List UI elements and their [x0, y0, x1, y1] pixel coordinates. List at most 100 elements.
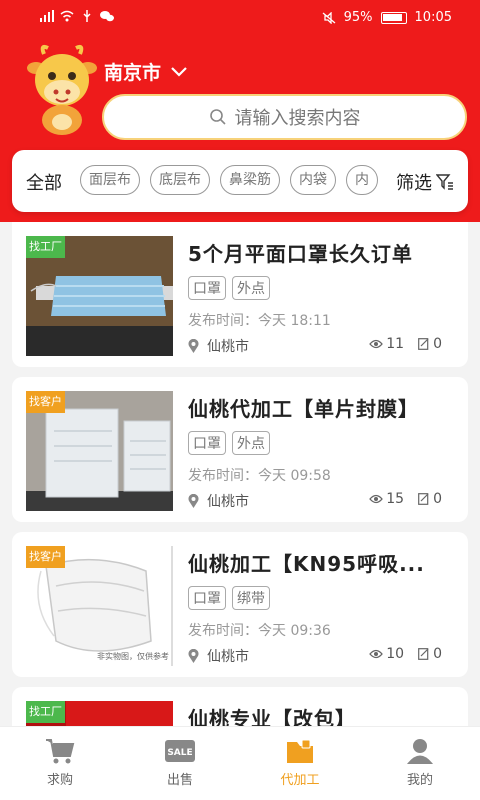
listing-badge: 找工厂 — [26, 236, 65, 258]
listing-thumbnail: 找客户 — [26, 391, 173, 511]
listing-thumbnail: 找工厂 — [26, 236, 173, 356]
listing-title: 仙桃专业【改包】 — [188, 707, 356, 726]
apply-count-value: 0 — [433, 336, 442, 352]
tag: 外点 — [232, 431, 270, 455]
listing-card[interactable]: 找工厂 5个月平面口罩长久订单 口罩 外点 发布时间：今天 18:11 仙桃市 … — [12, 222, 468, 367]
sale-icon: SALE — [165, 740, 195, 762]
apply-count: 0 — [418, 491, 442, 507]
search-icon — [209, 109, 226, 125]
status-bar: 95% 10:05 — [0, 0, 480, 36]
image-caption: 非实物图，仅供参考 — [97, 652, 169, 661]
listing-card[interactable]: 找工厂 仙桃专业【改包】 — [12, 687, 468, 726]
listing-tags: 口罩 外点 — [188, 276, 270, 300]
clock: 10:05 — [414, 10, 452, 25]
listing-badge: 找客户 — [26, 391, 65, 413]
search-placeholder: 请输入搜索内容 — [234, 108, 361, 129]
tag: 绑带 — [232, 586, 270, 610]
time-label: 发布时间： — [188, 623, 258, 639]
tag: 口罩 — [188, 586, 226, 610]
apply-count: 0 — [418, 646, 442, 662]
edit-note-icon — [418, 493, 429, 505]
location-name: 仙桃市 — [207, 649, 249, 665]
tag: 口罩 — [188, 276, 226, 300]
location-name: 仙桃市 — [207, 494, 249, 510]
location-pin-icon — [188, 649, 199, 663]
publish-time: 发布时间：今天 09:58 — [188, 465, 331, 485]
time-value: 今天 09:36 — [258, 623, 331, 639]
location-pin-icon — [188, 494, 199, 508]
listing-title: 仙桃代加工【单片封膜】 — [188, 397, 419, 421]
time-value: 今天 09:58 — [258, 468, 331, 484]
tab-processing[interactable]: 代加工 — [240, 727, 360, 800]
chip-base-fabric[interactable]: 底层布 — [150, 165, 210, 195]
listing-feed[interactable]: 找工厂 5个月平面口罩长久订单 口罩 外点 发布时间：今天 18:11 仙桃市 … — [12, 222, 468, 726]
filter-bar: 全部 面层布 底层布 鼻梁筋 内袋内 筛选 — [12, 150, 468, 212]
time-label: 发布时间： — [188, 313, 258, 329]
tab-sell[interactable]: SALE 出售 — [120, 727, 240, 800]
tab-label: 出售 — [166, 773, 193, 788]
chip-inner-bag[interactable]: 内袋 — [290, 165, 336, 195]
tab-mine[interactable]: 我的 — [360, 727, 480, 800]
tab-all[interactable]: 全部 — [26, 169, 62, 195]
view-count-value: 11 — [386, 336, 405, 352]
tab-label: 求购 — [46, 773, 73, 788]
tab-label: 我的 — [406, 773, 433, 788]
bottom-tabbar: 求购 SALE 出售 代加工 我的 — [0, 726, 480, 800]
signal-icon — [40, 10, 54, 22]
filter-button[interactable]: 筛选 — [396, 169, 454, 195]
listing-title: 仙桃加工【KN95呼吸... — [188, 552, 425, 576]
chevron-down-icon — [171, 66, 187, 77]
category-chips: 面层布 底层布 鼻梁筋 内袋内 — [80, 165, 390, 199]
chip-nose-wire[interactable]: 鼻梁筋 — [220, 165, 280, 195]
tab-label: 代加工 — [280, 773, 320, 788]
location: 仙桃市 — [188, 646, 249, 666]
view-count-value: 10 — [386, 646, 405, 662]
listing-title: 5个月平面口罩长久订单 — [188, 242, 413, 266]
view-count-value: 15 — [386, 491, 405, 507]
listing-badge: 找工厂 — [26, 701, 65, 723]
city-selector[interactable]: 南京市 — [104, 58, 187, 85]
time-value: 今天 18:11 — [258, 313, 331, 329]
header: 95% 10:05 南京市 请输入搜索内容 全部 面层布 底层布 鼻梁筋 内袋内 筛选 — [0, 0, 480, 222]
tag: 口罩 — [188, 431, 226, 455]
apply-count-value: 0 — [433, 646, 442, 662]
battery-percent: 95% — [343, 10, 373, 25]
eye-icon — [369, 649, 384, 659]
listing-stats: 11 0 — [369, 336, 442, 352]
tab-buy[interactable]: 求购 — [0, 727, 120, 800]
chip-more[interactable]: 内 — [346, 165, 378, 195]
view-count: 11 — [369, 336, 404, 352]
time-label: 发布时间： — [188, 468, 258, 484]
view-count: 10 — [369, 646, 404, 662]
listing-thumbnail: 找工厂 — [26, 701, 173, 726]
folder-icon — [287, 739, 313, 763]
edit-note-icon — [418, 648, 429, 660]
listing-tags: 口罩 绑带 — [188, 586, 270, 610]
eye-icon — [369, 339, 384, 349]
apply-count-value: 0 — [433, 491, 442, 507]
location-name: 仙桃市 — [207, 339, 249, 355]
wechat-icon — [100, 11, 114, 22]
tag: 外点 — [232, 276, 270, 300]
filter-icon — [436, 174, 453, 190]
mascot-logo — [27, 44, 97, 135]
status-left — [40, 10, 114, 22]
status-right: 95% 10:05 — [322, 10, 452, 25]
listing-tags: 口罩 外点 — [188, 431, 270, 455]
cart-icon — [46, 739, 75, 764]
wifi-icon — [60, 10, 74, 22]
location: 仙桃市 — [188, 336, 249, 356]
listing-stats: 15 0 — [369, 491, 442, 507]
svg-text:SALE: SALE — [167, 748, 192, 758]
filter-label: 筛选 — [396, 173, 432, 194]
listing-card[interactable]: 找客户 仙桃代加工【单片封膜】 口罩 外点 发布时间：今天 09:58 仙桃市 … — [12, 377, 468, 522]
city-name: 南京市 — [104, 62, 162, 84]
listing-badge: 找客户 — [26, 546, 65, 568]
listing-card[interactable]: 找客户 非实物图，仅供参考 仙桃加工【KN95呼吸... 口罩 绑带 发布时间：… — [12, 532, 468, 677]
edit-note-icon — [418, 338, 429, 350]
chip-face-fabric[interactable]: 面层布 — [80, 165, 140, 195]
publish-time: 发布时间：今天 18:11 — [188, 310, 331, 330]
eye-icon — [369, 494, 384, 504]
usb-icon — [83, 10, 91, 22]
search-bar[interactable]: 请输入搜索内容 — [102, 94, 467, 140]
